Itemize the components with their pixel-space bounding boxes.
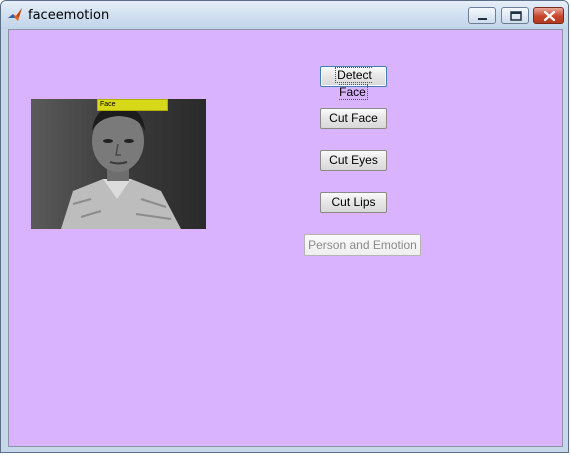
minimize-icon xyxy=(478,18,487,20)
matlab-icon xyxy=(7,7,23,23)
maximize-button[interactable] xyxy=(501,7,529,24)
detect-face-label: Detect Face xyxy=(335,67,372,100)
app-window: faceemotion Face Detect Face Cut Face Cu… xyxy=(0,0,569,453)
person-and-emotion-button[interactable]: Person and Emotion xyxy=(304,234,421,256)
window-title: faceemotion xyxy=(28,8,110,23)
title-bar[interactable]: faceemotion xyxy=(1,1,568,29)
figure-canvas: Face Detect Face Cut Face Cut Eyes Cut L… xyxy=(8,29,563,447)
cut-lips-button[interactable]: Cut Lips xyxy=(320,192,387,213)
face-label: Face xyxy=(100,101,116,108)
close-button[interactable] xyxy=(533,7,564,24)
cut-eyes-button[interactable]: Cut Eyes xyxy=(320,150,387,171)
camera-preview: Face xyxy=(31,99,206,229)
face-detection-box: Face xyxy=(97,99,168,111)
cut-face-button[interactable]: Cut Face xyxy=(320,108,387,129)
person-image xyxy=(31,99,206,229)
close-icon xyxy=(543,10,556,22)
restore-icon xyxy=(510,11,522,21)
minimize-button[interactable] xyxy=(468,7,496,24)
detect-face-button[interactable]: Detect Face xyxy=(320,66,387,100)
